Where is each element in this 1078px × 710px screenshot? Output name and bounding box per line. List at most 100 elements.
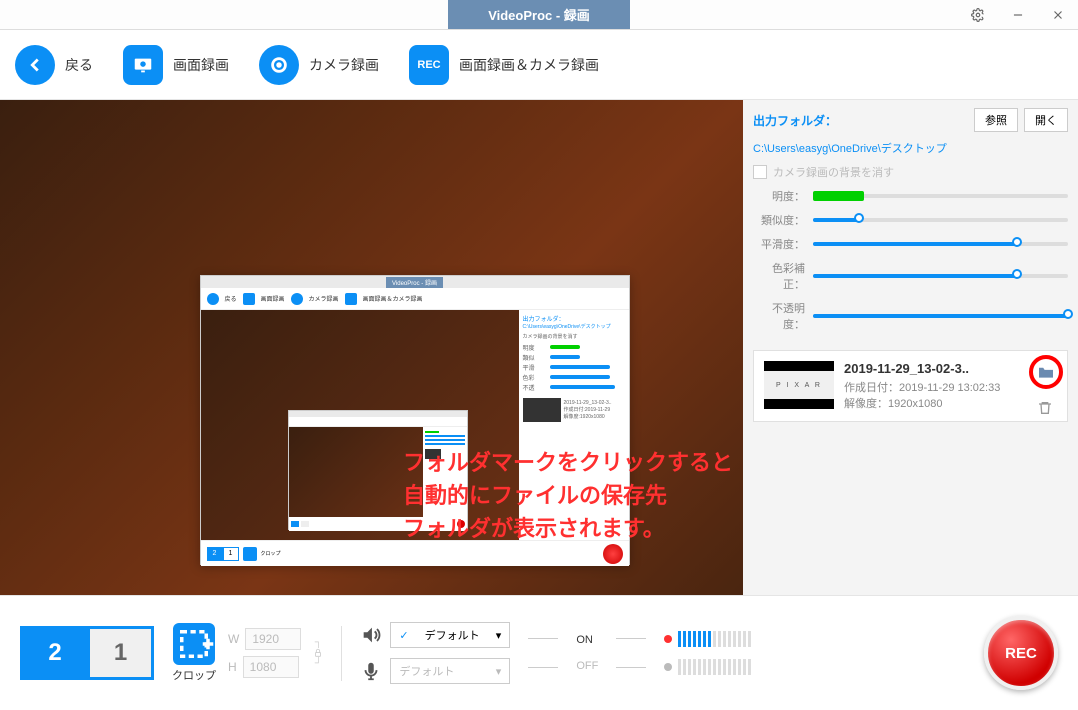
annotation-overlay: フォルダマークをクリックすると 自動的にファイルの保存先 フォルダが表示されます… [403,446,733,545]
crop-label: クロップ [172,667,216,683]
back-label: 戻る [65,55,93,75]
width-label: W [228,632,239,646]
settings-button[interactable] [958,0,998,30]
audio-levels [664,631,751,675]
browse-button[interactable]: 参照 [974,108,1018,132]
opacity-label: 不透明度： [753,300,805,332]
smoothness-slider[interactable]: 平滑度： [753,236,1068,252]
speaker-row: デフォルト▾ [360,622,510,648]
nested-title: VideoProc - 録画 [386,277,443,288]
monitor-selector[interactable]: 2 1 [20,626,154,680]
speaker-select[interactable]: デフォルト▾ [390,622,510,648]
level-indicator-icon [664,663,672,671]
nested-camera-label: カメラ録画 [309,294,339,303]
back-button[interactable]: 戻る [15,45,93,85]
annotation-line-1: フォルダマークをクリックすると [403,446,733,479]
onoff-group: ON OFF [576,634,598,672]
nested-crop-label: クロップ [261,550,281,557]
hide-bg-checkbox-row[interactable]: カメラ録画の背景を消す [753,164,1068,180]
delete-button[interactable] [1037,399,1053,417]
titlebar: VideoProc - 録画 [0,0,1078,30]
screen-record-label: 画面録画 [173,55,229,75]
both-record-label: 画面録画＆カメラ録画 [459,55,599,75]
brightness-label: 明度： [753,188,805,204]
color-corr-label: 色彩補正： [753,260,805,292]
level-indicator-icon [664,635,672,643]
window-title: VideoProc - 録画 [448,0,630,29]
sidebar: 出力フォルダ： 参照 開く C:\Users\easyg\OneDrive\デス… [743,100,1078,595]
annotation-line-2: 自動的にファイルの保存先 [403,479,733,512]
checkbox-icon [753,165,767,179]
annotation-line-3: フォルダが表示されます。 [403,512,733,545]
nested-crop-icon [243,547,257,561]
nested-monitor-1: 1 [223,547,239,561]
similarity-label: 類似度： [753,212,805,228]
mic-select[interactable]: デフォルト▾ [390,658,510,684]
open-button[interactable]: 開く [1024,108,1068,132]
crop-button[interactable]: クロップ [172,623,216,683]
file-resolution: 解像度：1920x1080 [844,395,1057,411]
file-created: 作成日付：2019-11-29 13:02:33 [844,379,1057,395]
open-folder-button[interactable] [1029,355,1063,389]
camera-record-button[interactable]: カメラ録画 [259,45,379,85]
rec-badge-text: REC [417,59,440,71]
nested-both-icon [345,293,357,305]
screen-record-button[interactable]: 画面録画 [123,45,229,85]
close-button[interactable] [1038,0,1078,30]
nested-monitor-2: 2 [207,547,223,561]
monitor-2[interactable]: 2 [23,629,87,677]
gear-icon [971,8,985,22]
back-icon [15,45,55,85]
color-correction-slider[interactable]: 色彩補正： [753,260,1068,292]
aspect-lock[interactable]: ┐ ┘ [313,637,323,669]
nested-rec-button [603,544,623,564]
bottom-bar: 2 1 クロップ W H ┐ ┘ デフォ [0,595,1078,710]
nested-toolbar: 戻る 画面録画 カメラ録画 画面録画＆カメラ録画 [201,288,629,310]
similarity-slider[interactable]: 類似度： [753,212,1068,228]
output-folder-row: 出力フォルダ： 参照 開く [753,108,1068,132]
width-input[interactable] [245,628,301,650]
nested-back-label: 戻る [225,294,237,303]
preview-pane: VideoProc - 録画 戻る 画面録画 カメラ録画 画面録画＆カメラ録画 [0,100,743,595]
thumb-text: P I X A R [776,382,822,389]
file-name: 2019-11-29_13-02-3.. [844,361,1057,376]
nested-monitor-select: 2 1 [207,547,239,561]
file-card[interactable]: P I X A R 2019-11-29_13-02-3.. 作成日付：2019… [753,350,1068,422]
hide-bg-label: カメラ録画の背景を消す [773,164,894,180]
connector-line [616,638,646,639]
main-area: VideoProc - 録画 戻る 画面録画 カメラ録画 画面録画＆カメラ録画 [0,100,1078,595]
toolbar: 戻る 画面録画 カメラ録画 REC 画面録画＆カメラ録画 [0,30,1078,100]
audio-group: デフォルト▾ デフォルト▾ [360,622,510,684]
both-record-button[interactable]: REC 画面録画＆カメラ録画 [409,45,599,85]
nested-screen-label: 画面録画 [261,294,285,303]
crop-group: クロップ W H ┐ ┘ [172,623,323,683]
minimize-icon [1011,8,1025,22]
output-folder-buttons: 参照 開く [974,108,1068,132]
connector-line [616,667,646,668]
height-input[interactable] [243,656,299,678]
file-thumbnail: P I X A R [764,361,834,409]
lock-icon [313,648,323,658]
minimize-button[interactable] [998,0,1038,30]
mic-off-label: OFF [576,660,598,672]
output-path: C:\Users\easyg\OneDrive\デスクトップ [753,140,1068,156]
separator [341,626,342,681]
camera-record-label: カメラ録画 [309,55,379,75]
monitor-1[interactable]: 1 [87,629,151,677]
nested-titlebar: VideoProc - 録画 [201,276,629,288]
brightness-slider[interactable]: 明度： [753,188,1068,204]
speaker-value: デフォルト [425,627,480,643]
opacity-slider[interactable]: 不透明度： [753,300,1068,332]
crop-icon [173,623,215,665]
nested-screen-icon [243,293,255,305]
speaker-level [664,631,751,647]
height-label: H [228,660,237,674]
connector-line [528,638,558,639]
record-button[interactable]: REC [984,616,1058,690]
smoothness-label: 平滑度： [753,236,805,252]
file-info: 2019-11-29_13-02-3.. 作成日付：2019-11-29 13:… [844,361,1057,411]
close-icon [1051,8,1065,22]
nested-back-icon [207,293,219,305]
mic-level [664,659,751,675]
slider-track [813,194,1068,198]
